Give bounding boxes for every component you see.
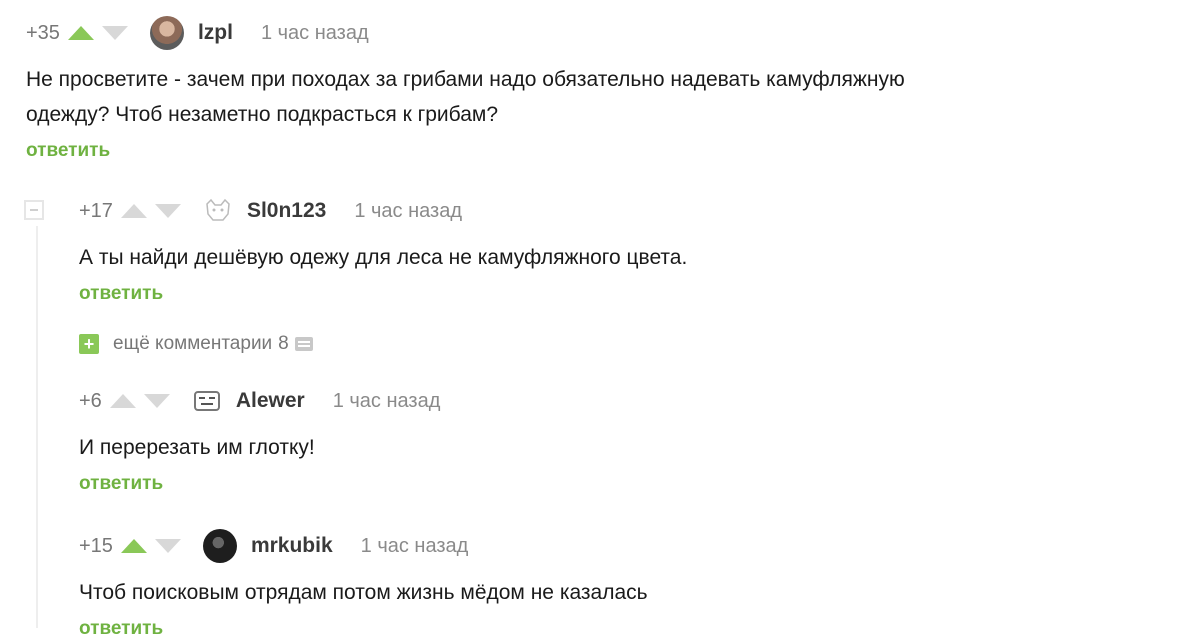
comment-text: Не просветите - зачем при походах за гри… [26,62,1176,132]
reply-button[interactable]: ответить [26,140,1176,162]
avatar[interactable] [203,198,233,224]
upvote-icon[interactable] [67,26,94,40]
downvote-icon[interactable] [154,539,181,553]
comment-lzpl: +35 lzpl 1 час назад Не просветите - зач… [26,16,1176,162]
timestamp[interactable]: 1 час назад [361,535,469,558]
collapse-thread-icon[interactable] [24,200,44,220]
rating: +15 [79,534,113,557]
avatar[interactable] [192,388,222,414]
comment-bubble-icon [294,337,313,351]
comment-text-line: Чтоб поисковым отрядам потом жизнь мёдом… [79,581,648,604]
comment-text: А ты найди дешёвую одежу для леса не кам… [79,240,1179,275]
more-comments-link[interactable]: + ещё комментарии 8 [79,333,313,355]
avatar[interactable] [149,16,184,50]
downvote-icon[interactable] [154,204,181,218]
comment-sl0n123: +17 Sl0n123 1 час назад А ты найди дешёв… [79,196,1179,305]
comment-text-line: А ты найди дешёвую одежу для леса не кам… [79,246,688,269]
comment-alewer: +6 Alewer 1 час назад И перерезать им гл… [79,386,1179,495]
comment-text-line: Не просветите - зачем при походах за гри… [26,68,905,91]
comment-text: Чтоб поисковым отрядам потом жизнь мёдом… [79,575,1179,610]
comment-text: И перерезать им глотку! [79,430,1179,465]
rating: +17 [79,199,113,222]
comment-header: +15 mrkubik 1 час назад [79,529,1179,563]
comment-text-line: И перерезать им глотку! [79,436,315,459]
upvote-icon[interactable] [109,394,136,408]
timestamp[interactable]: 1 час назад [261,22,369,45]
more-comments-count: 8 [278,333,289,354]
expand-plus-icon: + [79,334,99,354]
author-name[interactable]: Sl0n123 [247,199,326,223]
downvote-icon[interactable] [101,26,128,40]
timestamp[interactable]: 1 час назад [333,390,441,413]
author-name[interactable]: lzpl [198,21,233,45]
author-name[interactable]: Alewer [236,389,305,413]
comment-mrkubik: +15 mrkubik 1 час назад Чтоб поисковым о… [79,529,1179,640]
reply-button[interactable]: ответить [79,473,1179,495]
more-comments-label: ещё комментарии [113,333,273,354]
avatar[interactable] [202,529,237,563]
comment-header: +17 Sl0n123 1 час назад [79,196,1179,226]
author-name[interactable]: mrkubik [251,534,333,558]
timestamp[interactable]: 1 час назад [354,200,462,223]
reply-button[interactable]: ответить [79,283,1179,305]
upvote-icon[interactable] [120,204,147,218]
comment-header: +35 lzpl 1 час назад [26,16,1176,50]
upvote-icon[interactable] [120,539,147,553]
downvote-icon[interactable] [143,394,170,408]
reply-button[interactable]: ответить [79,618,1179,640]
rating: +6 [79,389,102,412]
comment-header: +6 Alewer 1 час назад [79,386,1179,416]
comment-text-line: одежду? Чтоб незаметно подкрасться к гри… [26,103,499,126]
rating: +35 [26,21,60,44]
thread-line[interactable] [36,226,38,628]
